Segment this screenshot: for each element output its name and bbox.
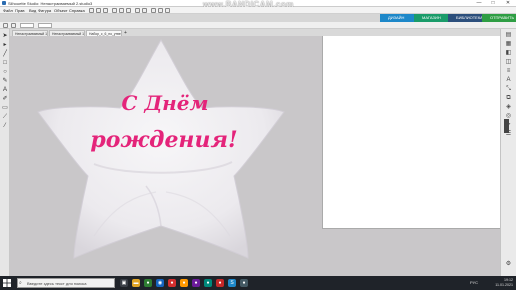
grid-icon[interactable]: ▦ [504,41,513,48]
line-tool-icon[interactable]: ╱ [2,51,8,57]
title-bar: Silhouette Studio: Ненастраиваемый 2.stu… [0,0,516,9]
app-teal-icon[interactable]: ● [204,279,212,287]
tab-store[interactable]: МАГАЗИН [414,14,448,22]
page-setup-icon[interactable]: ▤ [504,32,513,39]
search-icon: ⌕ [19,280,22,286]
taskbar-search-input[interactable]: Введите здесь текст для поиска [17,278,115,288]
windows-taskbar: Введите здесь текст для поиска ⌕ ▣ ▬ ● ◉… [0,276,516,290]
point-edit-icon[interactable] [11,23,16,28]
menu-edit[interactable]: Прав [15,8,24,13]
silhouette-studio-icon[interactable]: S [228,279,236,287]
settings-icon[interactable]: ⚙ [504,261,513,268]
replicate-icon[interactable]: ⧉ [504,95,513,102]
scrollbar-thumb[interactable] [504,119,509,133]
clock-date: 11.01.2021 [495,282,513,287]
task-view-icon[interactable]: ▣ [120,279,128,287]
pointer-tool-icon[interactable]: ➤ [2,33,8,39]
edit-points-tool-icon[interactable]: ▸ [2,42,8,48]
window-title: Silhouette Studio: Ненастраиваемый 2.stu… [8,1,93,6]
menu-file[interactable]: Файл [3,8,13,13]
windows-start-icon[interactable] [3,279,11,287]
brush-tool-icon[interactable]: ✐ [2,96,8,102]
pencil-tool-icon[interactable]: ✎ [2,78,8,84]
tab-library[interactable]: БИБЛИОТЕКА [448,14,483,22]
redo-icon[interactable] [142,8,147,13]
menu-shape[interactable]: Фигура [38,8,51,13]
ellipse-tool-icon[interactable]: ○ [2,69,8,75]
cutting-mat-page [322,36,502,229]
fill-field[interactable] [38,23,52,28]
eyedropper-tool-icon[interactable]: ⁄ [2,123,8,129]
menu-help[interactable]: Справка [69,8,85,13]
document-tabs: Ненастраиваемый 10... Ненастраиваемый 10… [0,29,500,36]
line-style-icon[interactable]: ≡ [504,68,513,75]
app-purple-icon[interactable]: ● [192,279,200,287]
text-style-icon[interactable]: A [504,77,513,84]
new-file-icon[interactable] [89,8,94,13]
app-orange-icon[interactable]: ● [180,279,188,287]
close-button[interactable]: ✕ [501,0,515,7]
options-bar [0,22,516,29]
menu-bar: Файл Прав Вид Фигура Объект Справка [0,7,516,14]
balloon-text-line1[interactable]: С Днём [95,92,235,114]
zoom-in-icon[interactable] [151,8,156,13]
browser-icon[interactable]: ◉ [156,279,164,287]
app-logo-icon [2,1,6,5]
file-explorer-icon[interactable]: ▬ [132,279,140,287]
app-green-icon[interactable]: ● [144,279,152,287]
transform-icon[interactable]: ⤡ [504,86,513,93]
paste-icon[interactable] [126,8,131,13]
bandicam-icon[interactable]: ● [216,279,224,287]
left-toolbar: ➤ ▸ ╱ □ ○ ✎ A ✐ ▭ ⟋ ⁄ [0,29,10,276]
text-tool-icon[interactable]: A [2,87,8,93]
zoom-out-icon[interactable] [158,8,163,13]
cut-icon[interactable] [112,8,117,13]
select-mode-icon[interactable] [3,23,8,28]
menu-object[interactable]: Объект [54,8,68,13]
copy-icon[interactable] [119,8,124,13]
app-red-icon[interactable]: ● [168,279,176,287]
save-icon[interactable] [103,8,108,13]
tab-design[interactable]: ДИЗАЙН [380,14,414,22]
zoom-fit-icon[interactable] [165,8,170,13]
modify-icon[interactable]: ◈ [504,104,513,111]
rectangle-tool-icon[interactable]: □ [2,60,8,66]
tab-send[interactable]: ОТПРАВИТЬ [482,14,516,22]
open-file-icon[interactable] [96,8,101,13]
maximize-button[interactable]: □ [486,0,500,7]
app-gray-icon[interactable]: ● [240,279,248,287]
line-width-field[interactable] [20,23,34,28]
knife-tool-icon[interactable]: ⟋ [2,114,8,120]
fill-color-icon[interactable]: ◧ [504,50,513,57]
undo-icon[interactable] [135,8,140,13]
workspace-tabs: ДИЗАЙН МАГАЗИН БИБЛИОТЕКА ОТПРАВИТЬ [380,14,516,22]
language-indicator[interactable]: РУС [470,280,478,285]
system-clock[interactable]: 19:12 11.01.2021 [495,278,513,287]
line-color-icon[interactable]: ◫ [504,59,513,66]
balloon-text-line2[interactable]: рождения! [84,128,244,152]
minimize-button[interactable]: — [472,0,486,7]
eraser-tool-icon[interactable]: ▭ [2,105,8,111]
right-panel: ▤ ▦ ◧ ◫ ≡ A ⤡ ⧉ ◈ ◎ ✦ ☰ ⚙ [500,29,516,276]
menu-view[interactable]: Вид [29,8,36,13]
